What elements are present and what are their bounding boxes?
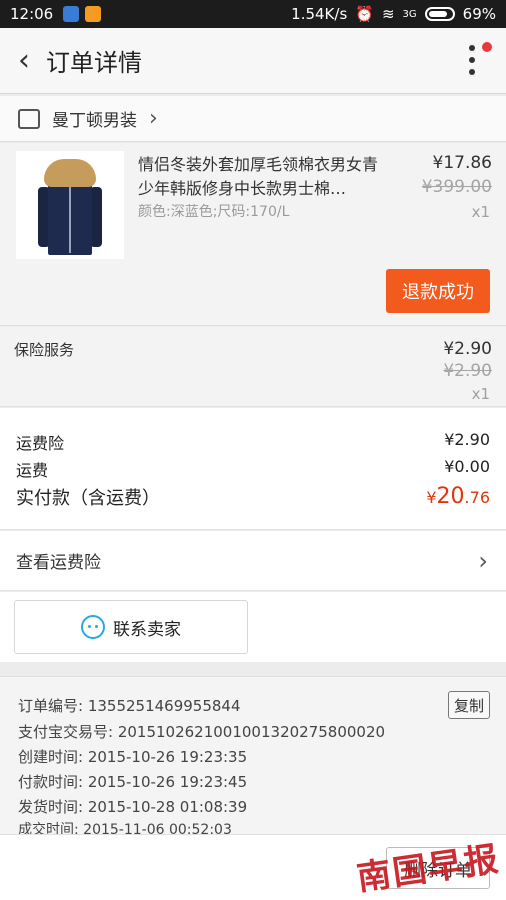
- chat-icon: [81, 615, 105, 639]
- shop-name: 曼丁顿男装: [52, 111, 137, 131]
- newspaper-watermark: 南国早报: [354, 839, 503, 899]
- insurance-quantity: x1: [471, 385, 490, 403]
- total-value: ¥20.76: [426, 484, 490, 509]
- notification-badge: [482, 42, 492, 52]
- chevron-right-icon: ›: [149, 106, 158, 131]
- view-shipping-insurance[interactable]: 查看运费险 ›: [0, 531, 506, 591]
- product-image[interactable]: [16, 151, 124, 259]
- insurance-original-price: ¥2.90: [443, 361, 492, 381]
- insurance-service: 保险服务 ¥2.90 ¥2.90 x1: [0, 327, 506, 407]
- notification-app-icon: [63, 6, 80, 22]
- status-time: 12:06: [10, 5, 54, 23]
- alarm-icon: ⏰: [355, 5, 374, 23]
- contact-seller-label: 联系卖家: [113, 619, 181, 640]
- insurance-label: 保险服务: [14, 341, 75, 359]
- freight-insurance-row: 运费险 ¥2.90: [16, 430, 490, 454]
- more-menu-icon[interactable]: [462, 42, 482, 78]
- view-shipping-insurance-label: 查看运费险: [16, 553, 101, 573]
- product-item[interactable]: 情侣冬装外套加厚毛领棉衣男女青少年韩版修身中长款男士棉… 颜色:深蓝色;尺码:1…: [0, 143, 506, 326]
- freight-insurance-label: 运费险: [16, 434, 65, 453]
- product-price: ¥17.86: [432, 153, 492, 173]
- alipay-trade-number: 支付宝交易号: 2015102621001001320275800020: [18, 723, 386, 741]
- freight-value: ¥0.00: [444, 457, 490, 476]
- notification-app-icon-2: [85, 6, 102, 22]
- signal-label: 3G: [402, 8, 417, 20]
- page-title: 订单详情: [46, 49, 142, 77]
- shop-icon: [18, 108, 40, 129]
- product-original-price: ¥399.00: [421, 177, 492, 197]
- wifi-icon: ≋: [381, 5, 395, 23]
- back-icon[interactable]: ‹: [4, 41, 44, 81]
- total-row: 实付款（含运费） ¥20.76: [16, 484, 490, 510]
- status-bar: 12:06 1.54K/s ⏰ ≋ 3G 69%: [0, 0, 506, 28]
- contact-seller-button[interactable]: 联系卖家: [14, 600, 248, 654]
- nav-bar: ‹ 订单详情: [0, 28, 506, 94]
- shop-row[interactable]: 曼丁顿男装 ›: [0, 96, 506, 142]
- refund-status-button[interactable]: 退款成功: [386, 269, 490, 313]
- footer-bar: 删除订单 南国早报: [0, 834, 506, 900]
- battery-icon: [424, 7, 455, 21]
- chevron-right-icon: ›: [478, 546, 488, 575]
- network-speed: 1.54K/s: [291, 5, 348, 23]
- total-label: 实付款（含运费）: [16, 488, 160, 509]
- battery-percent: 69%: [462, 5, 496, 23]
- copy-button[interactable]: 复制: [448, 691, 490, 719]
- price-summary: 运费险 ¥2.90 运费 ¥0.00 实付款（含运费） ¥20.76: [0, 408, 506, 530]
- freight-insurance-value: ¥2.90: [444, 430, 490, 449]
- created-time: 创建时间: 2015-10-26 19:23:35: [18, 748, 248, 766]
- contact-area: 联系卖家: [0, 592, 506, 662]
- product-title: 情侣冬装外套加厚毛领棉衣男女青少年韩版修身中长款男士棉…: [138, 155, 379, 198]
- freight-label: 运费: [16, 461, 49, 480]
- product-sku: 颜色:深蓝色;尺码:170/L: [138, 204, 290, 220]
- paid-time: 付款时间: 2015-10-26 19:23:45: [18, 773, 248, 791]
- order-number: 订单编号: 1355251469955844: [18, 697, 241, 715]
- freight-row: 运费 ¥0.00: [16, 457, 490, 481]
- order-info: 订单编号: 1355251469955844 支付宝交易号: 201510262…: [0, 676, 506, 838]
- insurance-price: ¥2.90: [443, 339, 492, 359]
- shipped-time: 发货时间: 2015-10-28 01:08:39: [18, 798, 248, 816]
- product-quantity: x1: [471, 203, 490, 221]
